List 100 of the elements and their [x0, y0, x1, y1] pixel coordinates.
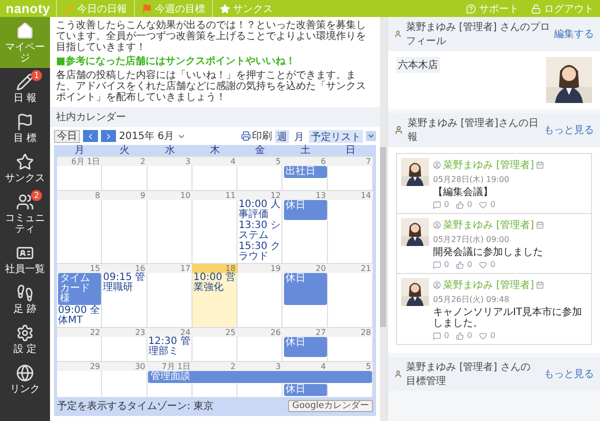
sidebar-item[interactable]: サンクス: [0, 148, 50, 188]
thumbs-up-icon[interactable]: [456, 332, 464, 340]
calendar-event[interactable]: タイムカード様: [58, 273, 102, 305]
date-number[interactable]: 30: [102, 362, 148, 371]
date-number[interactable]: 2: [102, 157, 148, 166]
today-button[interactable]: 今日: [54, 130, 80, 142]
weekday-label: 火: [118, 145, 131, 156]
comment-icon[interactable]: [433, 260, 441, 268]
date-number[interactable]: 10: [147, 191, 192, 200]
date-number[interactable]: 23: [102, 328, 148, 337]
date-number[interactable]: 8: [57, 191, 102, 200]
date-number[interactable]: 16: [102, 264, 148, 273]
panel-title: 社内カレンダー: [56, 110, 126, 124]
entry-date: 05月27日(水) 09:00: [433, 234, 510, 245]
globe-icon: [16, 364, 34, 382]
user-icon: [433, 281, 441, 289]
more-link[interactable]: もっと見る: [544, 367, 594, 381]
date-number[interactable]: 12: [238, 191, 283, 200]
date-number[interactable]: 6: [282, 157, 328, 166]
calendar-event[interactable]: 10:00 営業強化: [193, 273, 237, 305]
date-number[interactable]: 17: [147, 264, 192, 273]
print-button[interactable]: 印刷: [241, 129, 272, 143]
date-number[interactable]: 26: [238, 328, 283, 337]
date-number[interactable]: 5: [328, 362, 373, 371]
date-number[interactable]: 29: [57, 362, 102, 371]
sidebar-item[interactable]: コミュニティ 2: [0, 188, 50, 239]
scrollbar-thumb[interactable]: [380, 147, 386, 327]
date-number[interactable]: 11: [192, 191, 238, 200]
heart-icon[interactable]: [479, 260, 488, 268]
date-number[interactable]: 7月 1日: [147, 362, 192, 371]
author-link[interactable]: 菜野まゆみ [管理者]: [443, 158, 534, 172]
date-number[interactable]: 3: [147, 157, 192, 166]
comment-count: 0: [444, 331, 450, 340]
weekday-label: 木: [208, 145, 221, 156]
thumbs-up-icon[interactable]: [456, 260, 464, 268]
more-link[interactable]: もっと見る: [544, 123, 594, 137]
sidebar-item[interactable]: マイページ: [0, 17, 50, 68]
calendar-event[interactable]: 10:00 人事評価: [238, 200, 282, 220]
calendar-event[interactable]: 休日: [284, 384, 327, 396]
date-number[interactable]: 3: [238, 362, 283, 371]
sidebar-item[interactable]: 日 報 1: [0, 68, 50, 108]
edit-link[interactable]: 編集する: [554, 27, 594, 41]
date-number[interactable]: 19: [238, 264, 283, 273]
date-number[interactable]: 13: [282, 191, 328, 200]
sidebar-item[interactable]: 足 跡: [0, 279, 50, 319]
calendar-event[interactable]: 休日: [284, 273, 327, 305]
calendar-event[interactable]: 出社日: [284, 166, 327, 178]
date-number[interactable]: 22: [57, 328, 102, 337]
calendar-event[interactable]: 管理面談: [148, 371, 372, 383]
google-calendar-button[interactable]: Googleカレンダー: [288, 400, 373, 412]
sidebar-item[interactable]: リンク: [0, 359, 50, 399]
date-number[interactable]: 24: [147, 328, 192, 337]
settings-icon: [16, 324, 34, 342]
date-number[interactable]: 14: [328, 191, 373, 200]
calendar-event[interactable]: 09:15 管理職研: [103, 273, 146, 305]
notification-badge: 1: [31, 70, 42, 81]
previous-button[interactable]: [83, 130, 98, 142]
heart-icon[interactable]: [479, 332, 488, 340]
sidebar-item[interactable]: 社員一覧: [0, 239, 50, 279]
calendar-event[interactable]: 15:30 クラウド: [238, 242, 282, 262]
thumbs-up-icon[interactable]: [456, 200, 464, 208]
view-tab[interactable]: 週: [275, 130, 289, 142]
month-label: 2015年 6月: [119, 130, 174, 143]
date-number[interactable]: 6月 1日: [57, 157, 102, 166]
comment-icon[interactable]: [433, 200, 441, 208]
author-link[interactable]: 菜野まゆみ [管理者]: [443, 218, 534, 232]
date-number[interactable]: 4: [282, 362, 328, 371]
date-number[interactable]: 5: [238, 157, 283, 166]
date-number[interactable]: 25: [192, 328, 238, 337]
pencil-icon: [64, 4, 74, 14]
sidebar-item[interactable]: 設 定: [0, 319, 50, 359]
calendar-icon: [536, 221, 544, 229]
date-number[interactable]: 9: [102, 191, 148, 200]
help-icon: [466, 4, 476, 14]
panel-title: 菜野まゆみ [管理者]さんの日報: [407, 116, 540, 144]
calendar-event[interactable]: 12:30 管理部ミ: [148, 337, 192, 357]
date-number[interactable]: 20: [282, 264, 328, 273]
date-number[interactable]: 18: [192, 264, 238, 273]
date-number[interactable]: 27: [282, 328, 328, 337]
date-number[interactable]: 28: [328, 328, 373, 337]
calendar-event[interactable]: 休日: [284, 337, 327, 357]
date-number[interactable]: 2: [192, 362, 238, 371]
sidebar-item[interactable]: 目 標: [0, 108, 50, 148]
calendar-event[interactable]: 休日: [284, 200, 327, 220]
dropdown-button[interactable]: [366, 131, 376, 141]
heart-icon[interactable]: [479, 200, 488, 208]
notice-text: 各店舗の投稿した内容には「いいね！」を押すことができます。また、アドバイスをくれた店舗などに感謝の気持ちを込めた「サンクスポイント」を配布していきましょう！: [56, 70, 367, 103]
comment-count: 0: [444, 260, 450, 269]
date-number[interactable]: 21: [328, 264, 373, 273]
next-button[interactable]: [101, 130, 116, 142]
date-number[interactable]: 4: [192, 157, 238, 166]
entry-date: 05月26日(火) 09:48: [433, 294, 510, 305]
view-tab[interactable]: 予定リスト: [309, 130, 363, 142]
thanks-count: 0: [490, 260, 496, 269]
calendar-event[interactable]: 09:00 全体MT: [58, 306, 102, 326]
date-number[interactable]: 7: [328, 157, 373, 166]
date-number[interactable]: 15: [57, 264, 102, 273]
calendar-event[interactable]: 13:30 システム: [238, 221, 282, 241]
author-link[interactable]: 菜野まゆみ [管理者]: [443, 278, 534, 292]
comment-icon[interactable]: [433, 332, 441, 340]
